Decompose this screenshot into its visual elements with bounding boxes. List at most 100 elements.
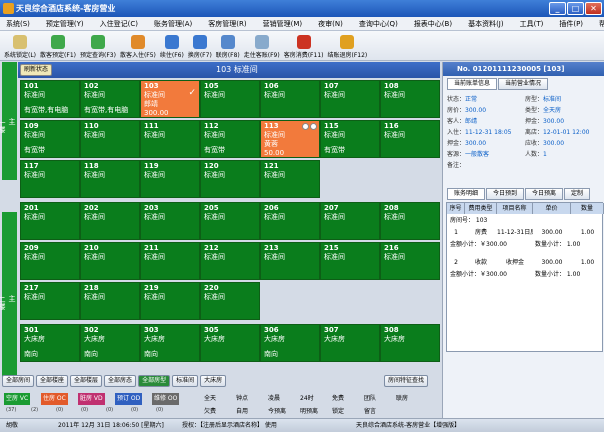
room-card-103[interactable]: 103 标准间 郎靖 300.00 ✓: [140, 80, 200, 118]
room-card-107[interactable]: 107 标准间: [320, 80, 380, 118]
filter-3[interactable]: 全部房态: [104, 375, 137, 387]
bill-info-tab-0[interactable]: 当前账单信息: [447, 78, 498, 90]
legend-status-1[interactable]: 住房 OC: [41, 393, 68, 405]
filter-0[interactable]: 全部房间: [2, 375, 35, 387]
menu-item-0[interactable]: 系统(S): [6, 19, 30, 29]
legend-mark-6[interactable]: 联房: [396, 393, 408, 402]
toolbar-button-2[interactable]: 预定查询(F3): [80, 31, 116, 61]
legend-mark-10[interactable]: 明预离: [300, 406, 318, 415]
room-card-118[interactable]: 118 标准间: [80, 160, 140, 198]
toolbar-button-6[interactable]: 联房(F8): [216, 31, 240, 61]
legend-status-3[interactable]: 预订 OD: [115, 393, 143, 405]
legend-status-2[interactable]: 脏房 VD: [78, 393, 105, 405]
room-feature-search-button[interactable]: 房间特征查找: [384, 375, 429, 387]
refresh-button[interactable]: 刷新状态: [20, 64, 53, 76]
legend-mark-8[interactable]: 自用: [236, 406, 248, 415]
room-card-207[interactable]: 207 标准间: [320, 202, 380, 240]
room-card-111[interactable]: 111 标准间: [140, 120, 200, 158]
toolbar-button-5[interactable]: 换房(F7): [188, 31, 212, 61]
filter-1[interactable]: 全部楼座: [36, 375, 69, 387]
toolbar-button-4[interactable]: 续住(F6): [160, 31, 184, 61]
filter-6[interactable]: 大床房: [200, 375, 227, 387]
room-card-301[interactable]: 301 大床房 南向: [20, 324, 80, 362]
legend-mark-9[interactable]: 今预离: [268, 406, 286, 415]
legend-status-4[interactable]: 维修 OO: [152, 393, 180, 405]
room-card-215[interactable]: 215 标准间: [320, 242, 380, 280]
room-card-307[interactable]: 307 大床房: [320, 324, 380, 362]
menu-item-11[interactable]: 帮助(H): [599, 19, 604, 29]
toolbar-button-1[interactable]: 散客预定(F1): [40, 31, 76, 61]
menu-item-night-audit[interactable]: 夜审(N): [318, 19, 343, 29]
legend-mark-0[interactable]: 全天: [204, 393, 216, 402]
room-card-220[interactable]: 220 标准间: [200, 282, 260, 320]
menu-item-2[interactable]: 入住登记(C): [100, 19, 138, 29]
room-card-201[interactable]: 201 标准间: [20, 202, 80, 240]
menu-item-4[interactable]: 客房管理(R): [208, 19, 246, 29]
menu-item-9[interactable]: 工具(T): [520, 19, 544, 29]
room-card-216[interactable]: 216 标准间: [380, 242, 440, 280]
room-card-102[interactable]: 102 标准间 有宽带,有电脑: [80, 80, 140, 118]
legend-mark-4[interactable]: 免费: [332, 393, 344, 402]
legend-mark-11[interactable]: 锁定: [332, 406, 344, 415]
room-card-108[interactable]: 108 标准间: [380, 80, 440, 118]
detail-tab-2[interactable]: 今日预离: [525, 188, 564, 200]
room-card-208[interactable]: 208 标准间: [380, 202, 440, 240]
room-card-116[interactable]: 116 标准间: [380, 120, 440, 158]
room-card-306[interactable]: 306 大床房 南向: [260, 324, 320, 362]
room-card-210[interactable]: 210 标准间: [80, 242, 140, 280]
room-card-113[interactable]: 113 标准间 黄蓉 50.00: [260, 120, 320, 158]
menu-item-5[interactable]: 营销管理(M): [263, 19, 303, 29]
bill-info-tab-1[interactable]: 当前营业情况: [498, 78, 549, 90]
room-card-209[interactable]: 209 标准间: [20, 242, 80, 280]
room-card-305[interactable]: 305 大床房: [200, 324, 260, 362]
room-card-205[interactable]: 205 标准间: [200, 202, 260, 240]
close-button[interactable]: ✕: [585, 2, 602, 15]
room-card-105[interactable]: 105 标准间: [200, 80, 260, 118]
room-card-212[interactable]: 212 标准间: [200, 242, 260, 280]
detail-tab-3[interactable]: 定制: [564, 188, 591, 200]
legend-mark-1[interactable]: 钟点: [236, 393, 248, 402]
room-card-109[interactable]: 109 标准间 有宽带: [20, 120, 80, 158]
legend-mark-2[interactable]: 凌晨: [268, 393, 280, 402]
menu-item-8[interactable]: 基本资料(J): [468, 19, 504, 29]
legend-mark-5[interactable]: 团队: [364, 393, 376, 402]
room-card-120[interactable]: 120 标准间: [200, 160, 260, 198]
room-card-119[interactable]: 119 标准间: [140, 160, 200, 198]
room-card-106[interactable]: 106 标准间: [260, 80, 320, 118]
room-card-115[interactable]: 115 标准间 有宽带: [320, 120, 380, 158]
menu-item-7[interactable]: 报表中心(B): [414, 19, 452, 29]
detail-tab-0[interactable]: 账务明细: [447, 188, 486, 200]
legend-mark-12[interactable]: 留言: [364, 406, 376, 415]
room-card-117[interactable]: 117 标准间: [20, 160, 80, 198]
minimize-button[interactable]: _: [549, 2, 566, 15]
room-card-218[interactable]: 218 标准间: [80, 282, 140, 320]
filter-4[interactable]: 全部房型: [138, 375, 171, 387]
room-card-110[interactable]: 110 标准间: [80, 120, 140, 158]
room-card-302[interactable]: 302 大床房 南向: [80, 324, 140, 362]
toolbar-button-3[interactable]: 散客入住(F5): [120, 31, 156, 61]
legend-mark-7[interactable]: 欠费: [204, 406, 216, 415]
filter-2[interactable]: 全部楼层: [70, 375, 103, 387]
room-card-203[interactable]: 203 标准间: [140, 202, 200, 240]
room-card-211[interactable]: 211 标准间: [140, 242, 200, 280]
room-card-101[interactable]: 101 标准间 有宽带,有电脑: [20, 80, 80, 118]
room-card-202[interactable]: 202 标准间: [80, 202, 140, 240]
legend-mark-3[interactable]: 24时: [300, 393, 314, 402]
room-card-213[interactable]: 213 标准间: [260, 242, 320, 280]
filter-5[interactable]: 标准间: [172, 375, 199, 387]
room-card-206[interactable]: 206 标准间: [260, 202, 320, 240]
menu-item-6[interactable]: 查询中心(Q): [359, 19, 398, 29]
detail-tab-1[interactable]: 今日预到: [486, 188, 525, 200]
menu-item-10[interactable]: 插件(P): [559, 19, 583, 29]
room-card-303[interactable]: 303 大床房 南向: [140, 324, 200, 362]
menu-item-3[interactable]: 账务管理(A): [154, 19, 192, 29]
toolbar-button-7[interactable]: 走住客账(F9): [244, 31, 280, 61]
room-card-308[interactable]: 308 大床房: [380, 324, 440, 362]
legend-status-0[interactable]: 空房 VC: [4, 393, 31, 405]
room-card-219[interactable]: 219 标准间: [140, 282, 200, 320]
toolbar-button-9[interactable]: 结账退房(F12): [327, 31, 367, 61]
toolbar-button-0[interactable]: 系统锁定(L): [4, 31, 36, 61]
room-card-217[interactable]: 217 标准间: [20, 282, 80, 320]
floor-tab-1[interactable]: 主二楼: [0, 212, 17, 384]
room-card-112[interactable]: 112 标准间 有宽带: [200, 120, 260, 158]
